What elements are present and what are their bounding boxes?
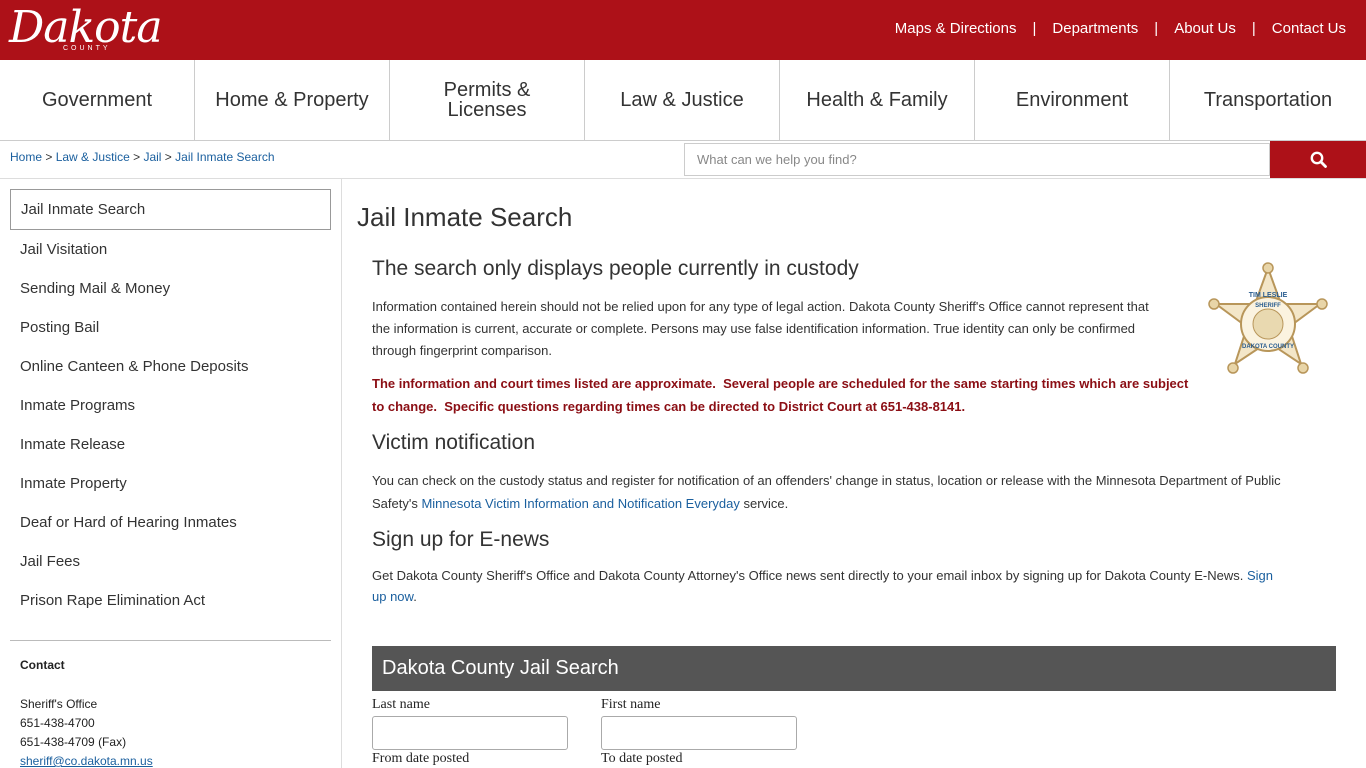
sidebar-item-inmate-release[interactable]: Inmate Release: [10, 425, 331, 464]
sidebar-item-posting-bail[interactable]: Posting Bail: [10, 308, 331, 347]
dakota-county-logo[interactable]: Dakota COUNTY: [5, 2, 163, 56]
nav-home-property[interactable]: Home & Property: [195, 60, 390, 140]
breadcrumb-law-justice[interactable]: Law & Justice: [56, 150, 130, 164]
victim-line: You can check on the custody status and …: [372, 473, 1281, 488]
sidebar-item-sending-mail-money[interactable]: Sending Mail & Money: [10, 269, 331, 308]
utility-links: Maps & Directions | Departments | About …: [895, 20, 1346, 37]
nav-permits-licenses-label: Permits & Licenses: [443, 79, 531, 121]
separator: |: [1251, 20, 1256, 37]
jail-search-heading: Dakota County Jail Search: [372, 646, 1336, 691]
enews-text: Get Dakota County Sheriff's Office and D…: [372, 568, 1247, 583]
contact-email-link[interactable]: sheriff@co.dakota.mn.us: [20, 754, 153, 768]
sidebar-item-jail-inmate-search[interactable]: Jail Inmate Search: [10, 189, 331, 230]
disclaimer-line: the information is current, accurate or …: [372, 321, 1136, 336]
contact-phone: 651-438-4700: [20, 716, 95, 730]
notice-line: The information and court times listed a…: [372, 376, 1189, 391]
sidebar-item-inmate-programs[interactable]: Inmate Programs: [10, 386, 331, 425]
nav-health-family[interactable]: Health & Family: [780, 60, 975, 140]
sidebar-item-inmate-property[interactable]: Inmate Property: [10, 464, 331, 503]
badge-bottom-text: DAKOTA COUNTY: [1242, 344, 1294, 350]
victim-line-post: service.: [739, 496, 789, 511]
sidebar: Jail Inmate Search Jail Visitation Sendi…: [0, 179, 342, 768]
victim-line-pre: Safety's: [372, 496, 422, 511]
court-times-notice: The information and court times listed a…: [372, 372, 1188, 418]
top-bar: Dakota COUNTY Maps & Directions | Depart…: [0, 0, 1366, 60]
breadcrumb-current[interactable]: Jail Inmate Search: [175, 150, 274, 164]
enews-line-2: up now.: [372, 586, 1273, 607]
nav-law-justice[interactable]: Law & Justice: [585, 60, 780, 140]
victim-line-2: Safety's Minnesota Victim Information an…: [372, 492, 1281, 515]
breadcrumb-sep: >: [161, 150, 176, 164]
separator: |: [1032, 20, 1037, 37]
nav-permits-licenses[interactable]: Permits & Licenses: [390, 60, 585, 140]
sheriff-badge-star-icon: TIM LESLIE SHERIFF DAKOTA COUNTY: [1208, 262, 1328, 374]
first-name-label: First name: [601, 697, 661, 712]
disclaimer-line: Information contained herein should not …: [372, 299, 1149, 314]
from-date-label: From date posted: [372, 751, 470, 766]
departments-link[interactable]: Departments: [1052, 20, 1138, 37]
main-nav: Government Home & Property Permits & Lic…: [0, 60, 1366, 141]
nav-government[interactable]: Government: [0, 60, 195, 140]
separator: |: [1154, 20, 1159, 37]
last-name-label: Last name: [372, 697, 430, 712]
enews-signup-link-cont[interactable]: up now: [372, 589, 413, 604]
sidebar-item-deaf-hard-of-hearing[interactable]: Deaf or Hard of Hearing Inmates: [10, 503, 331, 542]
breadcrumb: Home > Law & Justice > Jail > Jail Inmat…: [10, 150, 275, 164]
enews-paragraph: Get Dakota County Sheriff's Office and D…: [372, 565, 1273, 607]
sidebar-item-jail-visitation[interactable]: Jail Visitation: [10, 230, 331, 269]
nav-transportation[interactable]: Transportation: [1170, 60, 1366, 140]
sidebar-nav: Jail Inmate Search Jail Visitation Sendi…: [10, 189, 331, 620]
sidebar-item-prea[interactable]: Prison Rape Elimination Act: [10, 581, 331, 620]
contact-heading: Contact: [20, 658, 65, 672]
breadcrumb-sep: >: [42, 150, 56, 164]
enews-signup-link[interactable]: Sign: [1247, 568, 1273, 583]
breadcrumb-search-row: Home > Law & Justice > Jail > Jail Inmat…: [0, 141, 1366, 179]
nav-environment[interactable]: Environment: [975, 60, 1170, 140]
victim-notification-heading: Victim notification: [372, 431, 536, 454]
enews-line: Get Dakota County Sheriff's Office and D…: [372, 565, 1273, 586]
breadcrumb-sep: >: [129, 150, 144, 164]
disclaimer-line: through fingerprint comparison.: [372, 343, 552, 358]
contact-fax: 651-438-4709 (Fax): [20, 735, 127, 749]
badge-mid-text: SHERIFF: [1255, 303, 1281, 309]
vine-link[interactable]: Minnesota Victim Information and Notific…: [421, 496, 739, 511]
notice-line: to change. Specific questions regarding …: [372, 399, 966, 414]
contact-office: Sheriff's Office: [20, 697, 98, 711]
site-search-input[interactable]: [684, 143, 1270, 176]
page-title: Jail Inmate Search: [357, 202, 573, 232]
logo-subtitle: COUNTY: [63, 45, 111, 52]
search-button[interactable]: [1270, 141, 1366, 178]
to-date-label: To date posted: [601, 751, 683, 766]
enews-period: .: [413, 589, 417, 604]
sidebar-item-online-canteen[interactable]: Online Canteen & Phone Deposits: [10, 347, 331, 386]
sidebar-item-jail-fees[interactable]: Jail Fees: [10, 542, 331, 581]
enews-heading: Sign up for E-news: [372, 528, 550, 551]
victim-notification-paragraph: You can check on the custody status and …: [372, 469, 1281, 515]
first-name-input[interactable]: [601, 716, 797, 750]
sidebar-divider: [10, 640, 331, 641]
breadcrumb-home[interactable]: Home: [10, 150, 42, 164]
breadcrumb-jail[interactable]: Jail: [143, 150, 161, 164]
maps-directions-link[interactable]: Maps & Directions: [895, 20, 1017, 37]
contact-us-link[interactable]: Contact Us: [1272, 20, 1346, 37]
badge-top-text: TIM LESLIE: [1249, 292, 1288, 299]
custody-heading: The search only displays people currentl…: [372, 257, 859, 280]
disclaimer-paragraph: Information contained herein should not …: [372, 296, 1149, 362]
search-icon: [1310, 151, 1327, 168]
contact-info: Sheriff's Office 651-438-4700 651-438-47…: [20, 695, 153, 768]
about-us-link[interactable]: About Us: [1174, 20, 1236, 37]
last-name-input[interactable]: [372, 716, 568, 750]
